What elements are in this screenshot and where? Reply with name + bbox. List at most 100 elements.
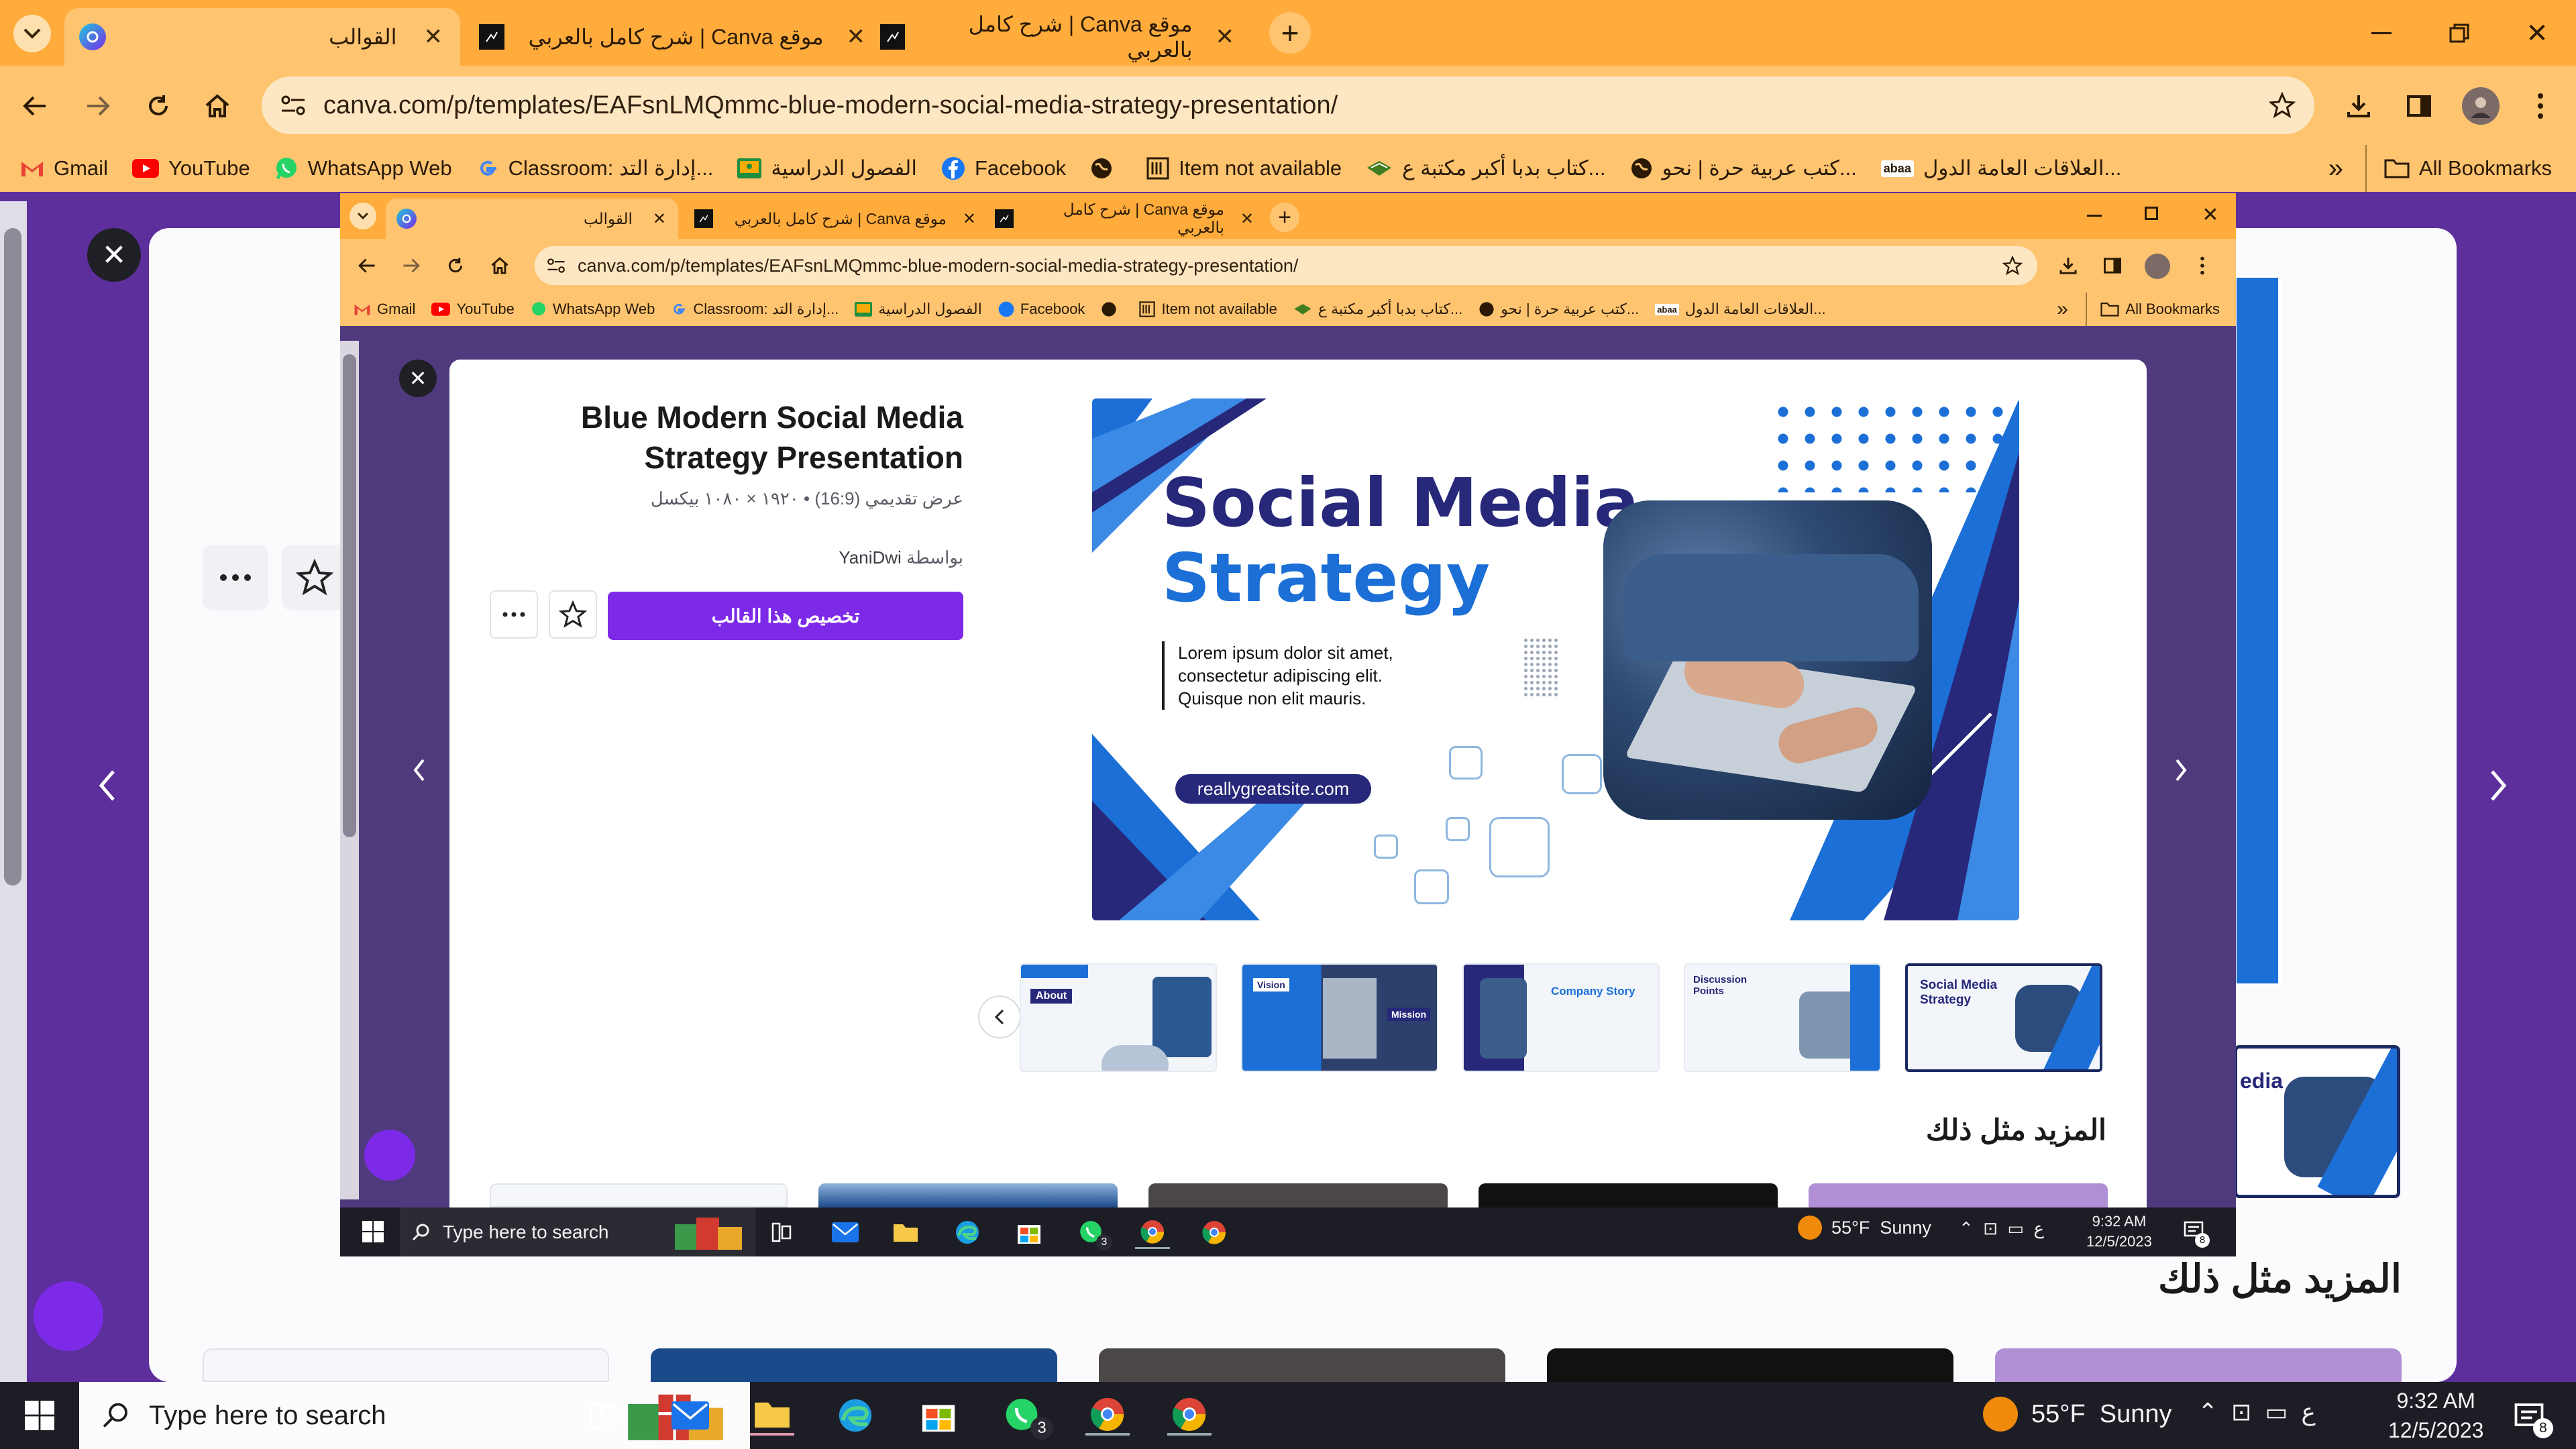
- inner-side-panel-icon[interactable]: [2099, 252, 2126, 279]
- inner-tab-templates[interactable]: القوالب ✕: [386, 199, 678, 239]
- bookmark-globe[interactable]: [1093, 292, 1131, 326]
- bookmark-public-relations[interactable]: abaa العلاقات العامة الدول...: [1647, 292, 1833, 326]
- outer-prev-arrow-icon[interactable]: [87, 762, 127, 809]
- outer-close-modal-icon[interactable]: ✕: [87, 228, 141, 282]
- inner-scrollbar-thumb[interactable]: [343, 354, 356, 837]
- download-icon[interactable]: [2339, 86, 2379, 126]
- related-template-card[interactable]: [1809, 1183, 2108, 1208]
- outer-help-bubble[interactable]: [34, 1281, 103, 1351]
- store-icon[interactable]: [916, 1395, 961, 1436]
- bookmark-arabic-books[interactable]: كتب عربية حرة | نحو...: [1470, 292, 1647, 326]
- chrome-icon[interactable]: [1085, 1395, 1130, 1436]
- new-tab-button[interactable]: +: [1269, 12, 1311, 54]
- next-template-arrow-icon[interactable]: [2167, 750, 2194, 790]
- outer-favorite-star-icon[interactable]: [282, 545, 347, 610]
- inner-task-view-icon[interactable]: [765, 1216, 798, 1249]
- inner-address-bar[interactable]: canva.com/p/templates/EAFsnLMQmmc-blue-m…: [535, 246, 2037, 285]
- bookmark-item-not-available[interactable]: Item not available: [1131, 292, 1285, 326]
- thumbnail-discussion-points[interactable]: Discussion Points: [1684, 963, 1881, 1072]
- inner-tab-search-button[interactable]: [350, 203, 376, 229]
- related-template-card[interactable]: [1479, 1183, 1778, 1208]
- thumbnails-prev-button[interactable]: [978, 996, 1021, 1038]
- bookmark-whatsapp[interactable]: WhatsApp Web: [523, 292, 663, 326]
- prev-template-arrow-icon[interactable]: [406, 750, 433, 790]
- site-info-icon[interactable]: [547, 258, 566, 274]
- inner-tab-2[interactable]: موقع Canva | شرح كامل بالعربي ✕: [688, 199, 985, 239]
- favorite-star-button[interactable]: [549, 590, 597, 639]
- file-explorer-icon[interactable]: [750, 1395, 794, 1436]
- tab-search-button[interactable]: [13, 15, 51, 52]
- bookmark-star-icon[interactable]: [2269, 92, 2296, 119]
- all-bookmarks[interactable]: All Bookmarks: [2086, 292, 2236, 326]
- inner-weather[interactable]: 55°F Sunny: [1798, 1216, 1931, 1240]
- kebab-menu-icon[interactable]: [2524, 86, 2557, 126]
- thumbnail-vision-mission[interactable]: Vision Mission: [1241, 963, 1438, 1072]
- close-tab-icon[interactable]: ✕: [1216, 23, 1235, 50]
- thumbnail-about[interactable]: About: [1020, 963, 1217, 1072]
- bookmark-facebook[interactable]: Facebook: [990, 292, 1093, 326]
- close-tab-icon[interactable]: ✕: [847, 23, 866, 50]
- outer-related-card[interactable]: [203, 1348, 609, 1382]
- close-window-icon[interactable]: ✕: [2517, 13, 2557, 54]
- close-tab-icon[interactable]: ✕: [963, 209, 976, 229]
- inner-edge-icon[interactable]: [950, 1216, 985, 1249]
- inner-new-tab-button[interactable]: +: [1270, 203, 1299, 232]
- bookmark-library[interactable]: كتاب بدبا أكبر مكتبة ع...: [1285, 292, 1470, 326]
- outer-tab-templates[interactable]: القوالب ✕: [64, 8, 460, 66]
- close-tab-icon[interactable]: ✕: [424, 23, 443, 50]
- bookmark-facebook[interactable]: Facebook: [929, 145, 1078, 192]
- system-tray[interactable]: ⌃ ⊡ ▭ ع: [2198, 1398, 2316, 1426]
- bookmark-classroom-admin[interactable]: Classroom: إدارة التد...: [464, 145, 726, 192]
- outer-next-arrow-icon[interactable]: [2478, 762, 2518, 809]
- outer-more-options-button[interactable]: [203, 545, 268, 610]
- bookmark-gmail[interactable]: Gmail: [0, 145, 120, 192]
- outer-related-card[interactable]: [1547, 1348, 1953, 1382]
- outer-related-card[interactable]: [1099, 1348, 1505, 1382]
- profile-avatar[interactable]: [2462, 87, 2500, 125]
- task-view-icon[interactable]: [584, 1395, 624, 1436]
- thumbnail-company-story[interactable]: Company Story: [1462, 963, 1660, 1072]
- address-bar[interactable]: canva.com/p/templates/EAFsnLMQmmc-blue-m…: [262, 76, 2314, 134]
- customize-template-button[interactable]: تخصيص هذا القالب: [608, 592, 963, 640]
- help-bubble[interactable]: [364, 1130, 415, 1181]
- outer-scrollbar-thumb[interactable]: [4, 228, 21, 885]
- chrome-icon-2[interactable]: [1167, 1395, 1212, 1436]
- inner-minimize-icon[interactable]: [2087, 215, 2102, 217]
- forward-icon[interactable]: [78, 86, 118, 126]
- more-bookmarks-icon[interactable]: »: [2322, 154, 2349, 184]
- thumbnail-social-media-strategy[interactable]: Social Media Strategy: [1905, 963, 2102, 1072]
- close-tab-icon[interactable]: ✕: [653, 209, 666, 229]
- inner-store-icon[interactable]: [1012, 1216, 1046, 1249]
- side-panel-icon[interactable]: [2399, 86, 2439, 126]
- inner-back-icon[interactable]: [354, 252, 380, 279]
- site-info-icon[interactable]: [280, 95, 306, 116]
- reload-icon[interactable]: [138, 86, 178, 126]
- bookmark-classes[interactable]: الفصول الدراسية: [847, 292, 989, 326]
- home-icon[interactable]: [197, 86, 237, 126]
- inner-download-icon[interactable]: [2055, 252, 2082, 279]
- inner-chrome-icon-2[interactable]: [1197, 1216, 1232, 1249]
- bookmark-classes[interactable]: الفصول الدراسية: [725, 145, 929, 192]
- outer-thumbnail-partial[interactable]: edia: [2234, 1045, 2400, 1198]
- inner-tray-icons[interactable]: ⌃ ⊡ ▭ ع: [1959, 1218, 2044, 1239]
- bookmark-globe[interactable]: [1078, 145, 1134, 192]
- taskbar-search[interactable]: Type here to search: [79, 1382, 750, 1449]
- inner-clock[interactable]: 9:32 AM 12/5/2023: [2086, 1212, 2152, 1252]
- inner-profile-avatar[interactable]: [2145, 254, 2170, 279]
- close-modal-button[interactable]: ✕: [399, 360, 437, 397]
- inner-tab-3[interactable]: موقع Canva | شرح كامل بالعربي ✕: [988, 199, 1263, 239]
- inner-restore-icon[interactable]: [2145, 207, 2158, 220]
- related-template-card[interactable]: [490, 1183, 788, 1208]
- start-button[interactable]: [17, 1395, 62, 1436]
- bookmark-library[interactable]: كتاب بدبا أكبر مكتبة ع...: [1354, 145, 1617, 192]
- more-bookmarks-icon[interactable]: »: [2052, 298, 2072, 321]
- inner-start-button[interactable]: [356, 1214, 390, 1249]
- slide-preview[interactable]: Social Media Strategy Lorem ipsum dolor …: [1092, 398, 2019, 920]
- outer-tab-3[interactable]: موقع Canva | شرح كامل بالعربي ✕: [872, 8, 1248, 66]
- outer-related-card[interactable]: [1995, 1348, 2402, 1382]
- mail-icon[interactable]: [668, 1395, 712, 1436]
- bookmark-classroom-admin[interactable]: Classroom: إدارة التد...: [663, 292, 847, 326]
- inner-forward-icon[interactable]: [398, 252, 425, 279]
- author-name[interactable]: YaniDwi: [839, 547, 901, 568]
- edge-icon[interactable]: [833, 1395, 877, 1436]
